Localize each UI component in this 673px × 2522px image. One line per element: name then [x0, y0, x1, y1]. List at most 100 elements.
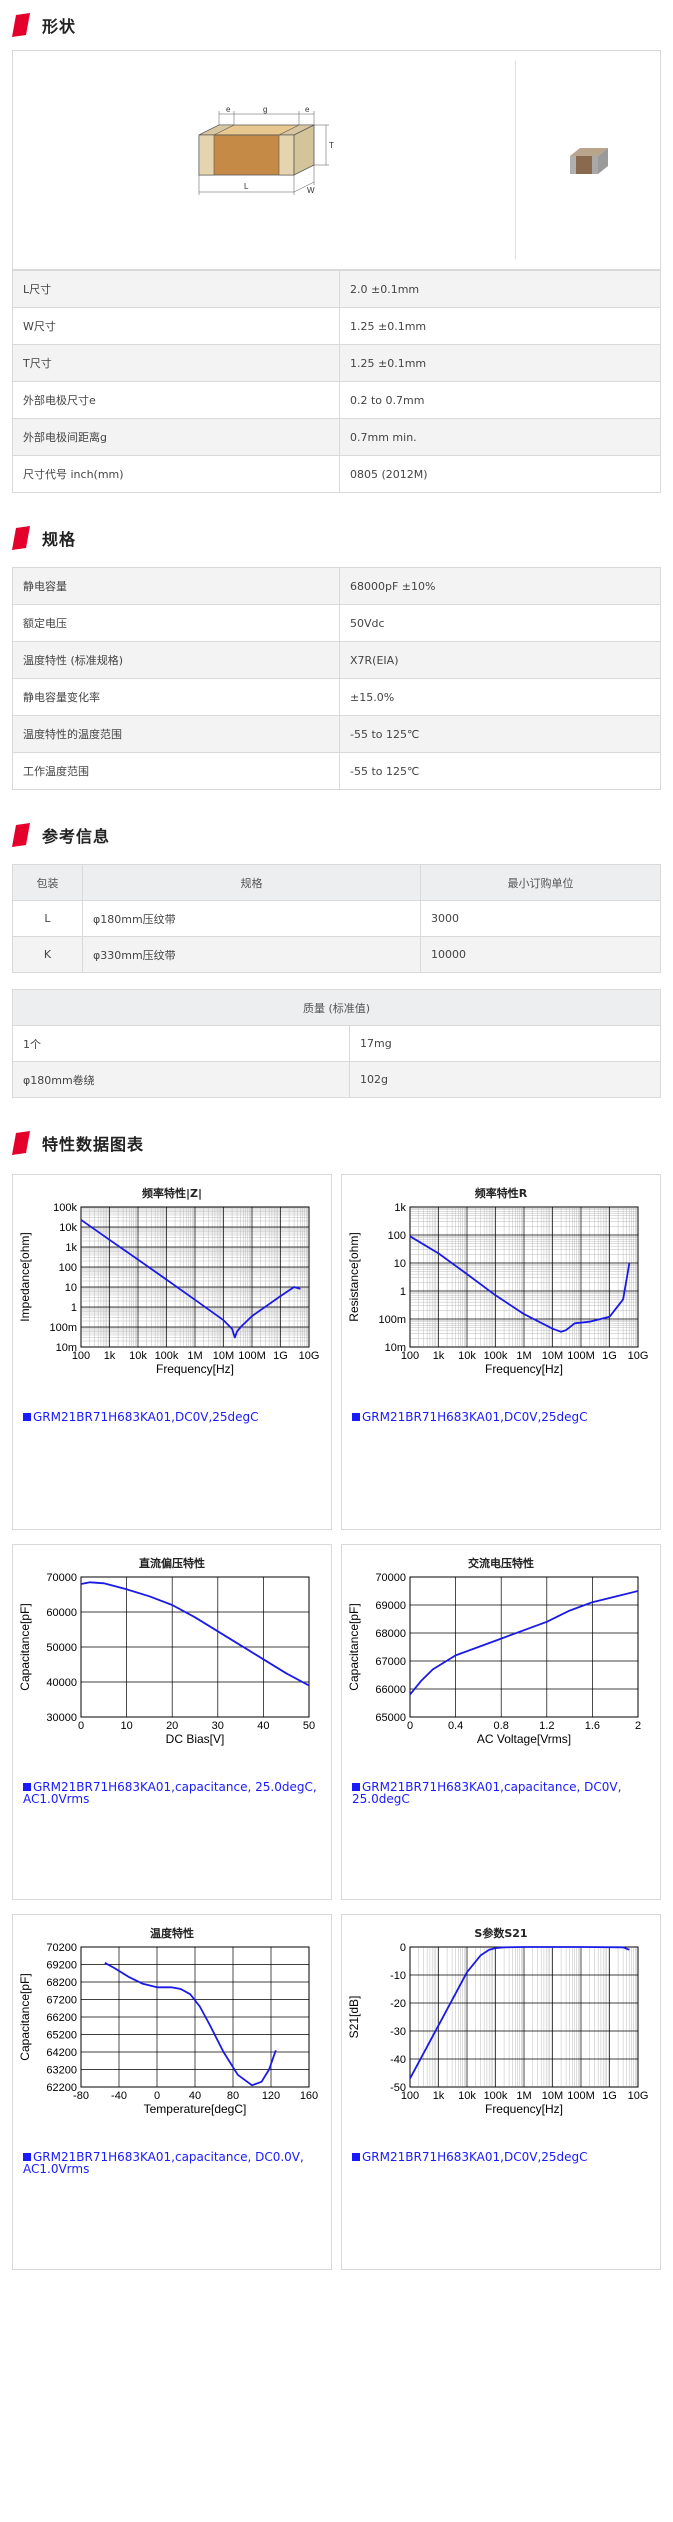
x-tick-label: 10 [120, 1720, 132, 1732]
table-row: 外部电极尺寸e 0.2 to 0.7mm [12, 381, 661, 419]
dim-label-e2: e [305, 105, 310, 114]
plot-area [409, 1576, 639, 1718]
row-value: -55 to 125℃ [339, 752, 661, 790]
legend-swatch [352, 1413, 360, 1421]
section-header-spec: 规格 [12, 513, 661, 563]
section-title: 特性数据图表 [42, 1135, 145, 1154]
x-tick-label: 100k [484, 1350, 508, 1362]
y-tick-label: 67000 [375, 1656, 406, 1668]
chart-plot: -80 -40 0 40 80 120 16070200692006820067200662… [18, 1942, 318, 2116]
section-header-shape: 形状 [12, 0, 661, 50]
x-tick-label: 10M [542, 2090, 563, 2102]
row-value: 1.25 ±0.1mm [339, 307, 661, 345]
table-row: 温度特性的温度范围 -55 to 125℃ [12, 715, 661, 753]
table-header-row: 质量 (标准值) [12, 989, 661, 1026]
spec-table: 静电容量 68000pF ±10% 额定电压 50Vdc 温度特性 (标准规格) X7… [12, 567, 661, 790]
chart-temperature: 温度特性 -80 -40 0 40 80 120 160 70200 69200 68200 6720… [12, 1914, 332, 2270]
y-tick-label: 62200 [46, 2082, 77, 2094]
chart-resistance: 频率特性R 100 1k 10k 100k 1M 10M 100M 1G 10G 1k 100 10 1 1… [341, 1174, 661, 1530]
x-tick-label: 100k [155, 1350, 179, 1362]
packaging-moq: 3000 [420, 900, 661, 937]
x-tick-label: 0 [154, 2090, 160, 2102]
dim-label-T: T [329, 141, 334, 150]
x-tick-label: 80 [227, 2090, 239, 2102]
mass-table: 质量 (标准值) 1个 17mg φ180mm卷绕 102g [12, 989, 661, 1098]
x-tick-label: 40 [189, 2090, 201, 2102]
y-tick-label: 70200 [46, 1942, 77, 1954]
chart-legend: GRM21BR71H683KA01,DC0V,25degC [352, 2151, 652, 2163]
row-key: 1个 [12, 1025, 350, 1062]
y-tick-label: 66200 [46, 2012, 77, 2024]
legend-swatch [352, 2153, 360, 2161]
row-key: 额定电压 [12, 604, 340, 642]
row-value: 0805 (2012M) [339, 455, 661, 493]
y-axis-label: Resistance[ohm] [347, 1232, 361, 1321]
x-tick-label: 10G [628, 2090, 649, 2102]
chart-impedance: 频率特性|Z| 100 1k 10k 100k 1M 10M 100M 1G 10G 100k 10k… [12, 1174, 332, 1530]
y-tick-label: 100m [378, 1314, 406, 1326]
chart-legend: GRM21BR71H683KA01,DC0V,25degC [352, 1411, 652, 1423]
x-tick-label: 20 [166, 1720, 178, 1732]
x-tick-label: -40 [111, 2090, 127, 2102]
table-row: 外部电极间距离g 0.7mm min. [12, 418, 661, 456]
x-tick-label: 1G [602, 1350, 617, 1362]
x-tick-label: 100M [238, 1350, 266, 1362]
y-tick-label: 1k [65, 1242, 77, 1254]
x-tick-label: 30 [212, 1720, 224, 1732]
row-key: φ180mm卷绕 [12, 1061, 350, 1098]
table-header-row: 包装 规格 最小订购单位 [12, 864, 661, 901]
x-tick-label: 100M [567, 2090, 595, 2102]
y-tick-label: 0 [400, 1942, 406, 1954]
x-tick-label: 1k [433, 2090, 445, 2102]
packaging-table: 包装 规格 最小订购单位 Lφ180mm压纹带 3000 Kφ330mm压纹带 10… [12, 864, 661, 973]
chip-photo [516, 51, 660, 269]
chart-legend: GRM21BR71H683KA01,capacitance, DC0V, 25.… [352, 1781, 652, 1805]
row-key: 静电容量变化率 [12, 678, 340, 716]
y-tick-label: -30 [390, 2026, 406, 2038]
packaging-code: K [12, 936, 83, 973]
row-key: W尺寸 [12, 307, 340, 345]
table-row: Lφ180mm压纹带 3000 [12, 900, 661, 937]
y-tick-label: 10 [394, 1258, 406, 1270]
x-tick-label: 1.2 [539, 1720, 554, 1732]
x-tick-label: 50 [303, 1720, 315, 1732]
y-tick-label: 66000 [375, 1684, 406, 1696]
legend-label: GRM21BR71H683KA01,capacitance, DC0V, 25.… [352, 1780, 622, 1806]
x-axis-label: AC Voltage[Vrms] [477, 1732, 571, 1746]
table-row: 1个 17mg [12, 1025, 661, 1062]
table-row: 温度特性 (标准规格) X7R(EIA) [12, 641, 661, 679]
chart-plot: 0 10 20 30 40 50 70000 60000 50000 40000 30000 DC B… [18, 1572, 315, 1746]
x-axis-label: Temperature[degC] [144, 2102, 247, 2116]
x-axis-label: Frequency[Hz] [485, 1362, 563, 1376]
y-axis-label: Impedance[ohm] [18, 1232, 32, 1321]
table-row: 静电容量变化率 ±15.0% [12, 678, 661, 716]
x-tick-label: 100k [484, 2090, 508, 2102]
x-tick-label: 1M [516, 2090, 531, 2102]
x-tick-label: 1k [104, 1350, 116, 1362]
y-axis-label: Capacitance[pF] [18, 1603, 32, 1690]
x-tick-label: 10k [129, 1350, 147, 1362]
col-header-moq: 最小订购单位 [420, 864, 661, 901]
y-tick-label: 63200 [46, 2065, 77, 2077]
y-tick-label: 68000 [375, 1628, 406, 1640]
y-tick-label: 65200 [46, 2030, 77, 2042]
y-tick-label: 64200 [46, 2047, 77, 2059]
chart-plot: 0 0.4 0.8 1.2 1.6 2 70000 69000 68000 67000 66000 6… [347, 1572, 641, 1746]
row-value: ±15.0% [339, 678, 661, 716]
y-tick-label: 60000 [46, 1607, 77, 1619]
row-key: L尺寸 [12, 270, 340, 308]
section-header-ref: 参考信息 [12, 810, 661, 860]
packaging-spec: φ180mm压纹带 [82, 900, 421, 937]
section-title: 形状 [42, 17, 77, 36]
y-axis-label: Capacitance[pF] [347, 1603, 361, 1690]
row-key: 外部电极间距离g [12, 418, 340, 456]
col-header-spec: 规格 [82, 864, 421, 901]
y-tick-label: 40000 [46, 1677, 77, 1689]
x-axis-label: Frequency[Hz] [156, 1362, 234, 1376]
x-tick-label: 10G [628, 1350, 649, 1362]
row-value: 2.0 ±0.1mm [339, 270, 661, 308]
page: 形状 e g e T L W L尺寸 2.0 ±0.1mm W尺寸 1.25 ±… [12, 0, 661, 2270]
x-tick-label: 1M [187, 1350, 202, 1362]
y-tick-label: 1k [394, 1202, 406, 1214]
x-axis-label: DC Bias[V] [166, 1732, 225, 1746]
